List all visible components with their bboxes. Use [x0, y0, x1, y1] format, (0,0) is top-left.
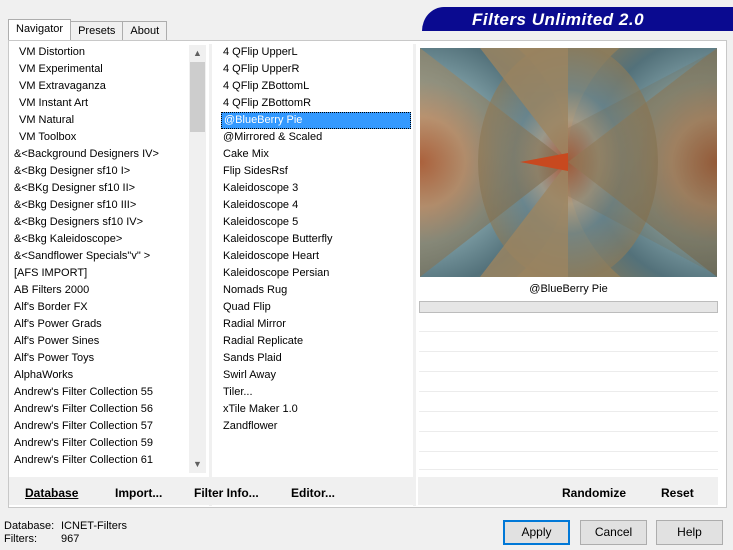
status-database: Database: ICNET-Filters: [4, 520, 127, 532]
category-item[interactable]: Andrew's Filter Collection 57: [12, 418, 188, 435]
filter-item[interactable]: Kaleidoscope Persian: [221, 265, 411, 282]
filter-item[interactable]: 4 QFlip UpperR: [221, 61, 411, 78]
category-item[interactable]: Alf's Border FX: [12, 299, 188, 316]
reset-button[interactable]: Reset: [661, 486, 694, 500]
preview-pattern: [420, 48, 717, 277]
control-row-line: [419, 431, 718, 432]
filter-item[interactable]: Tiler...: [221, 384, 411, 401]
import-button[interactable]: Import...: [115, 486, 162, 500]
control-row-line: [419, 391, 718, 392]
category-item[interactable]: &<Background Designers IV>: [12, 146, 188, 163]
category-item[interactable]: VM Toolbox: [12, 129, 188, 146]
cancel-button[interactable]: Cancel: [580, 520, 647, 545]
control-row-line: [419, 411, 718, 412]
scroll-down-icon[interactable]: ▼: [189, 456, 206, 473]
category-item[interactable]: AlphaWorks: [12, 367, 188, 384]
filter-item[interactable]: Swirl Away: [221, 367, 411, 384]
category-item[interactable]: Andrew's Filter Collection 56: [12, 401, 188, 418]
filter-item[interactable]: Cake Mix: [221, 146, 411, 163]
category-item[interactable]: &<Bkg Designer sf10 I>: [12, 163, 188, 180]
app-title-banner: Filters Unlimited 2.0: [422, 7, 733, 31]
category-item[interactable]: VM Natural: [12, 112, 188, 129]
randomize-button[interactable]: Randomize: [562, 486, 626, 500]
column-divider: [413, 44, 416, 506]
tab-about[interactable]: About: [122, 21, 168, 40]
filter-item[interactable]: Nomads Rug: [221, 282, 411, 299]
navigator-toolbar: Database Import... Filter Info... Editor…: [9, 477, 413, 505]
filter-item[interactable]: Radial Mirror: [221, 316, 411, 333]
tab-presets[interactable]: Presets: [70, 21, 124, 40]
category-item[interactable]: &<Bkg Kaleidoscope>: [12, 231, 188, 248]
category-item[interactable]: &<Sandflower Specials"v" >: [12, 248, 188, 265]
tab-navigator[interactable]: Navigator: [8, 19, 72, 40]
category-item[interactable]: VM Distortion: [12, 44, 188, 61]
category-scrollbar[interactable]: ▲ ▼: [189, 45, 206, 473]
filter-item[interactable]: Sands Plaid: [221, 350, 411, 367]
filter-item[interactable]: Kaleidoscope 4: [221, 197, 411, 214]
category-item[interactable]: &<Bkg Designers sf10 IV>: [12, 214, 188, 231]
navigator-panel: VM Distortion VM Experimental VM Extravaga…: [8, 40, 727, 508]
status-database-label: Database:: [4, 520, 55, 532]
apply-button[interactable]: Apply: [503, 520, 570, 545]
filter-item[interactable]: Zandflower: [221, 418, 411, 435]
status-filters-label: Filters:: [4, 533, 37, 545]
preview-image: [420, 48, 717, 277]
filter-item[interactable]: Kaleidoscope Heart: [221, 248, 411, 265]
filter-item[interactable]: Kaleidoscope Butterfly: [221, 231, 411, 248]
status-filters-value: 967: [61, 533, 80, 545]
filter-item[interactable]: Kaleidoscope 5: [221, 214, 411, 231]
category-item[interactable]: AB Filters 2000: [12, 282, 188, 299]
category-item[interactable]: Andrew's Filter Collection 55: [12, 384, 188, 401]
filter-item[interactable]: Kaleidoscope 3: [221, 180, 411, 197]
column-divider: [209, 44, 212, 506]
control-row-line: [419, 371, 718, 372]
editor-button[interactable]: Editor...: [291, 486, 335, 500]
status-filters: Filters: 967: [4, 533, 79, 545]
category-item[interactable]: Andrew's Filter Collection 59: [12, 435, 188, 452]
filter-list[interactable]: 4 QFlip UpperL 4 QFlip UpperR 4 QFlip ZBot…: [221, 44, 411, 474]
filter-item[interactable]: Radial Replicate: [221, 333, 411, 350]
control-row-line: [419, 451, 718, 452]
preview-toolbar: Randomize Reset: [418, 477, 718, 505]
progress-bar: [419, 301, 718, 313]
category-item[interactable]: &<Bkg Designer sf10 III>: [12, 197, 188, 214]
category-item[interactable]: &<BKg Designer sf10 II>: [12, 180, 188, 197]
database-button[interactable]: Database: [25, 486, 78, 500]
scroll-up-icon[interactable]: ▲: [189, 45, 206, 62]
filter-item[interactable]: @Mirrored & Scaled: [221, 129, 411, 146]
status-database-value: ICNET-Filters: [61, 520, 127, 532]
category-item[interactable]: [AFS IMPORT]: [12, 265, 188, 282]
category-item[interactable]: VM Experimental: [12, 61, 188, 78]
category-item[interactable]: Alf's Power Grads: [12, 316, 188, 333]
tab-strip: Navigator Presets About: [8, 19, 168, 40]
control-row-line: [419, 351, 718, 352]
control-row-line: [419, 469, 718, 470]
category-item[interactable]: Alf's Power Sines: [12, 333, 188, 350]
category-list[interactable]: VM Distortion VM Experimental VM Extravaga…: [12, 44, 188, 474]
filter-item-selected[interactable]: @BlueBerry Pie: [221, 112, 411, 129]
filter-item[interactable]: 4 QFlip ZBottomR: [221, 95, 411, 112]
category-item[interactable]: VM Extravaganza: [12, 78, 188, 95]
control-row-line: [419, 331, 718, 332]
filter-item[interactable]: 4 QFlip ZBottomL: [221, 78, 411, 95]
filter-info-button[interactable]: Filter Info...: [194, 486, 259, 500]
filter-item[interactable]: xTile Maker 1.0: [221, 401, 411, 418]
filter-item[interactable]: Quad Flip: [221, 299, 411, 316]
filter-item[interactable]: 4 QFlip UpperL: [221, 44, 411, 61]
category-item[interactable]: Alf's Power Toys: [12, 350, 188, 367]
help-button[interactable]: Help: [656, 520, 723, 545]
filter-item[interactable]: Flip SidesRsf: [221, 163, 411, 180]
scroll-thumb[interactable]: [190, 62, 205, 132]
category-item[interactable]: VM Instant Art: [12, 95, 188, 112]
category-item[interactable]: Andrew's Filter Collection 61: [12, 452, 188, 469]
preview-filter-name: @BlueBerry Pie: [529, 283, 608, 295]
